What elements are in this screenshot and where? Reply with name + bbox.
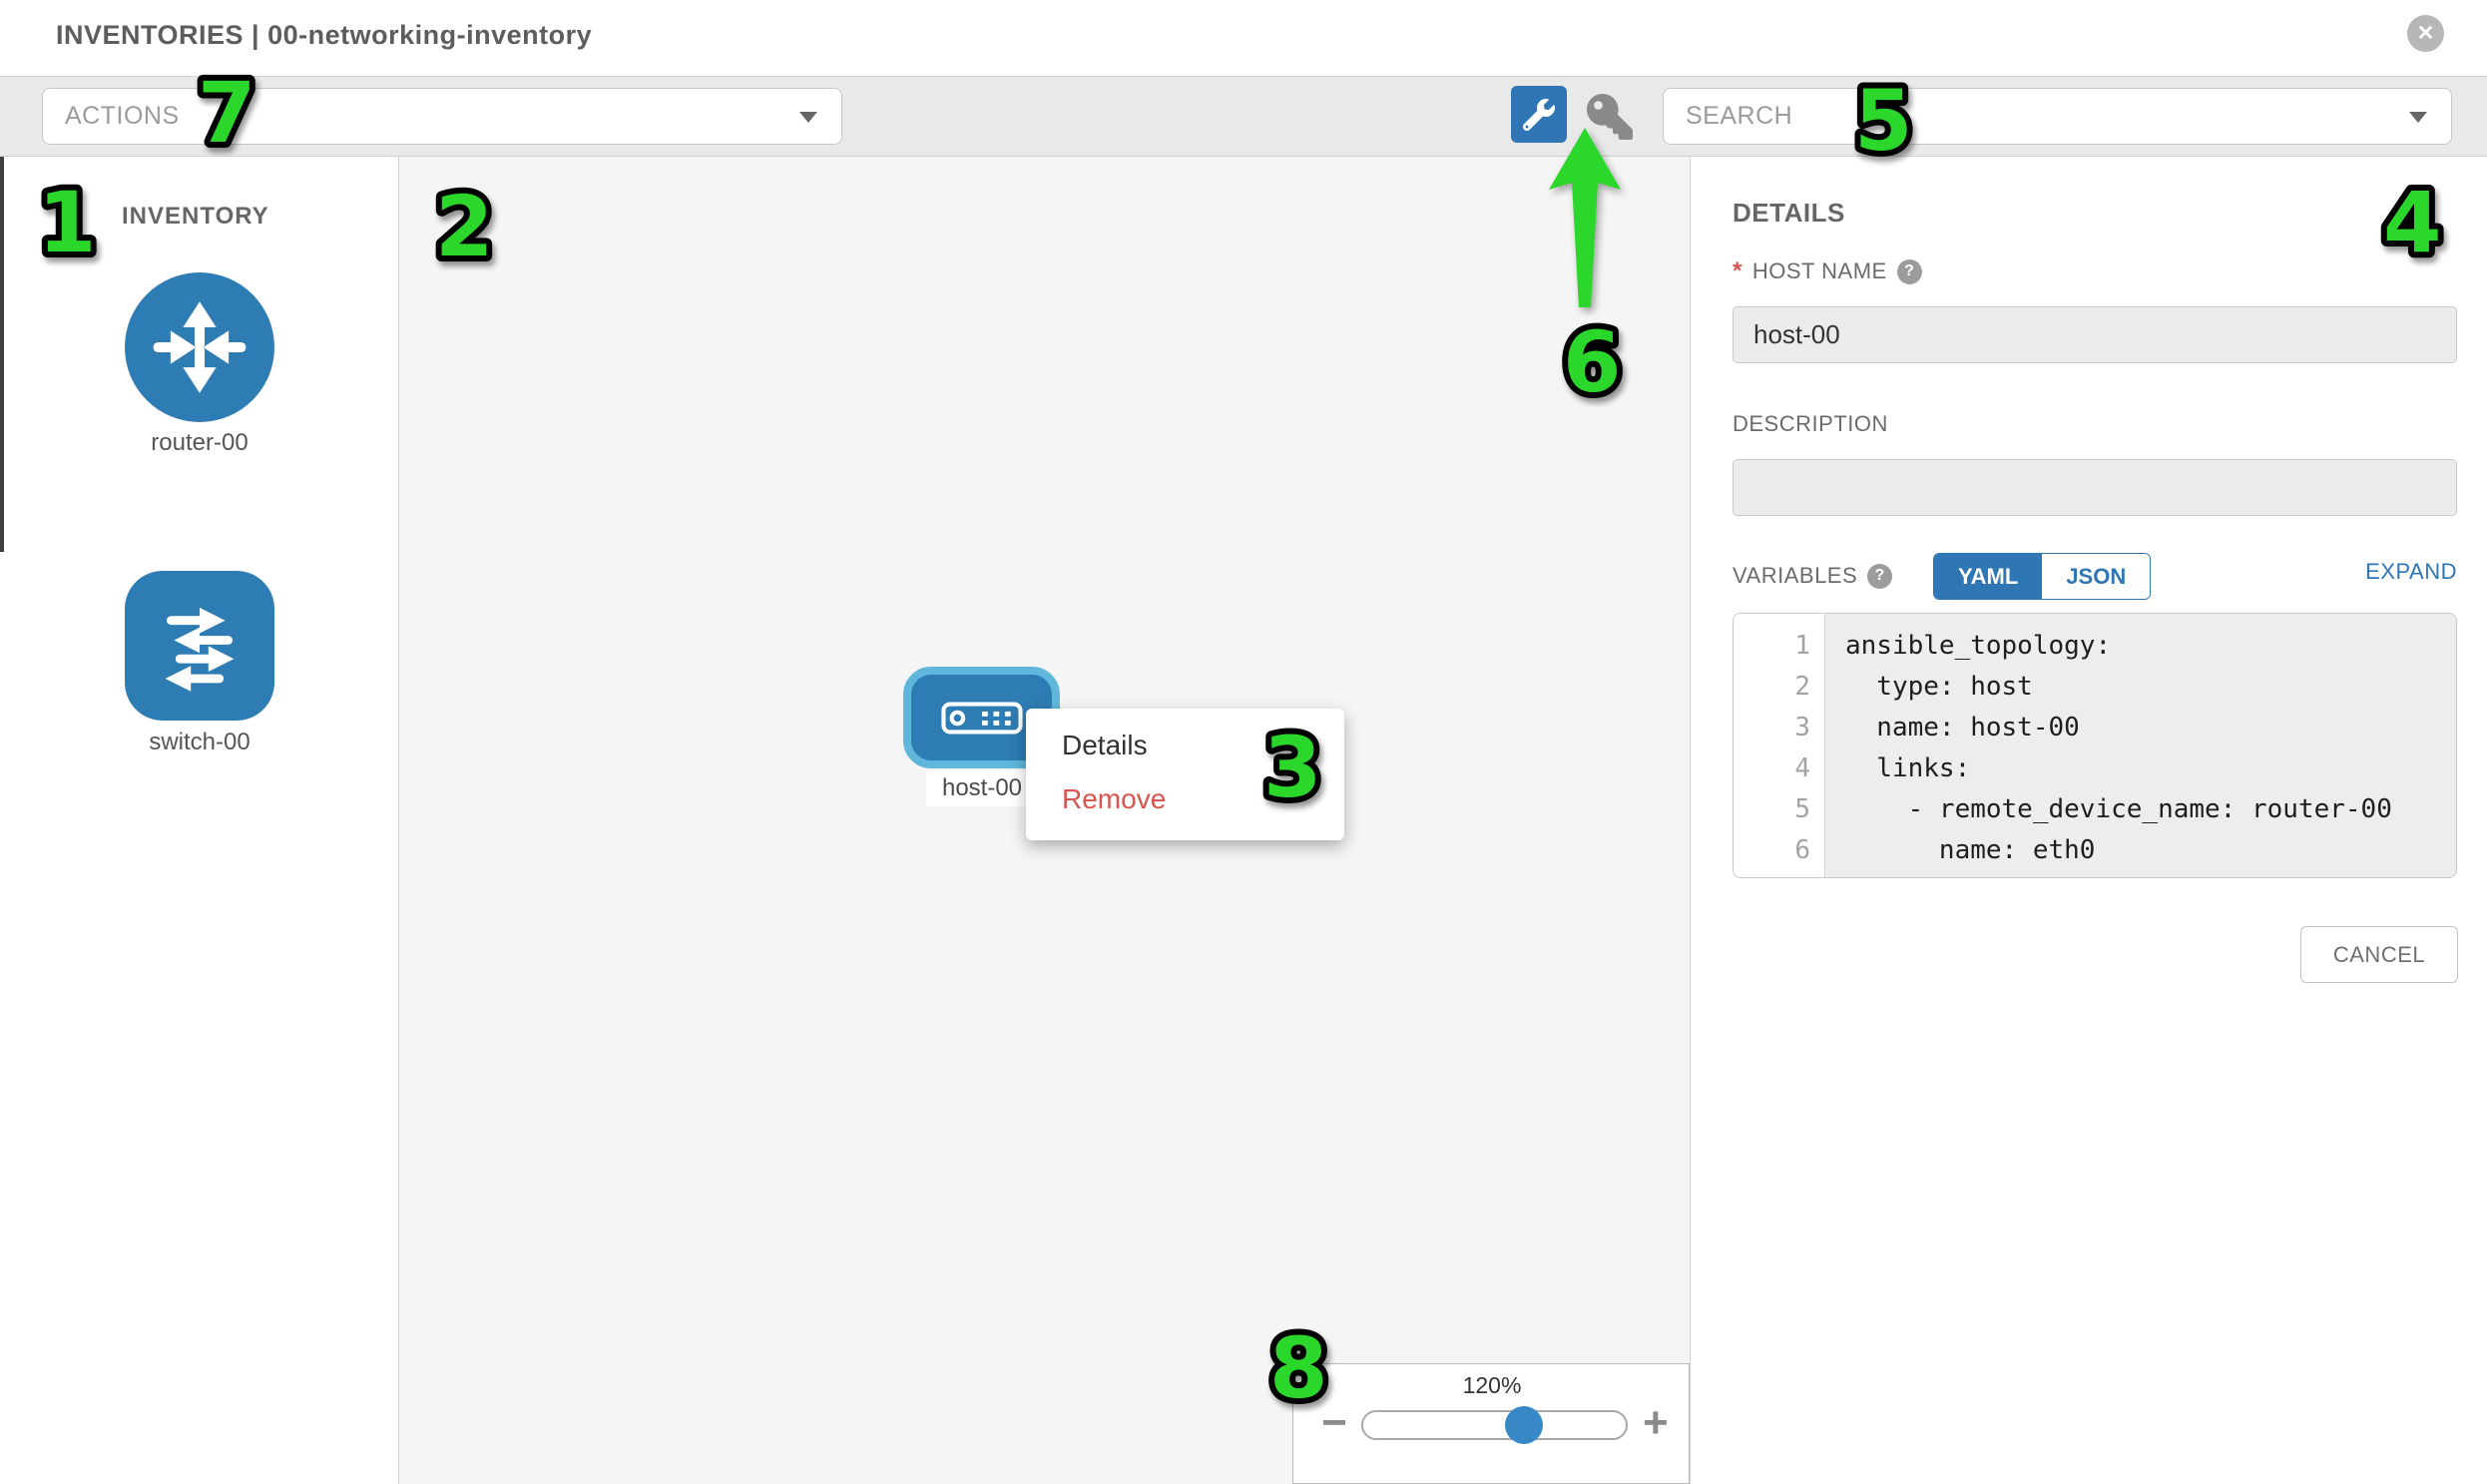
- zoom-out-button[interactable]: −: [1321, 1398, 1347, 1448]
- code-line: ansible_topology:: [1845, 626, 2456, 667]
- context-menu: Details Remove: [1026, 709, 1344, 840]
- key-button[interactable]: [1587, 94, 1633, 140]
- line-number: 1: [1734, 626, 1824, 667]
- cancel-button[interactable]: CANCEL: [2300, 926, 2458, 983]
- inventory-item-router[interactable]: [125, 272, 274, 422]
- router-icon: [144, 291, 255, 403]
- json-toggle-button[interactable]: JSON: [2042, 554, 2150, 599]
- context-menu-item-details[interactable]: Details: [1026, 719, 1344, 772]
- page-title: INVENTORIES | 00-networking-inventory: [56, 20, 592, 51]
- host-name-input[interactable]: [1733, 306, 2457, 363]
- key-icon: [1587, 94, 1633, 140]
- code-line: links:: [1845, 748, 2456, 789]
- code-line: name: host-00: [1845, 708, 2456, 748]
- description-input[interactable]: [1733, 459, 2457, 516]
- switch-label: switch-00: [0, 729, 399, 756]
- host-name-label-row: * HOST NAME ?: [1733, 257, 1922, 285]
- search-dropdown[interactable]: SEARCH: [1663, 88, 2452, 145]
- header: INVENTORIES | 00-networking-inventory ✕: [0, 0, 2487, 76]
- switch-icon: [145, 591, 254, 701]
- zoom-widget: 120% − +: [1292, 1363, 1690, 1484]
- yaml-toggle-button[interactable]: YAML: [1934, 554, 2042, 599]
- close-icon[interactable]: ✕: [2407, 15, 2444, 52]
- code-line: type: host: [1845, 667, 2456, 708]
- code-gutter: 1 2 3 4 5 6 7: [1734, 614, 1825, 877]
- zoom-in-button[interactable]: +: [1643, 1398, 1669, 1448]
- router-label: router-00: [0, 429, 399, 457]
- tools-button[interactable]: [1511, 86, 1567, 143]
- expand-link[interactable]: EXPAND: [2257, 559, 2457, 585]
- chevron-down-icon: [2409, 112, 2427, 123]
- code-line: remote_interface_name: eth0: [1845, 871, 2456, 878]
- actions-dropdown-label: ACTIONS: [65, 102, 180, 131]
- chevron-down-icon: [799, 112, 817, 123]
- help-icon[interactable]: ?: [1897, 259, 1922, 284]
- variables-code-editor[interactable]: 1 2 3 4 5 6 7 ansible_topology: type: ho…: [1733, 613, 2457, 878]
- code-line: name: eth0: [1845, 830, 2456, 871]
- code-line: - remote_device_name: router-00: [1845, 789, 2456, 830]
- variables-label-row: VARIABLES ?: [1733, 563, 1892, 589]
- wrench-icon: [1523, 99, 1555, 131]
- search-dropdown-label: SEARCH: [1686, 102, 1792, 131]
- required-asterisk: *: [1733, 257, 1742, 285]
- line-number: 3: [1734, 708, 1824, 748]
- panel-edge-divider: [0, 157, 4, 552]
- help-icon[interactable]: ?: [1867, 564, 1892, 589]
- description-label: DESCRIPTION: [1733, 411, 1888, 437]
- context-menu-item-remove[interactable]: Remove: [1026, 772, 1344, 826]
- app-root: INVENTORIES | 00-networking-inventory ✕ …: [0, 0, 2487, 1484]
- zoom-slider-thumb[interactable]: [1505, 1406, 1543, 1444]
- description-label-row: DESCRIPTION: [1733, 411, 1888, 437]
- canvas-node-label: host-00: [926, 770, 1038, 806]
- code-area: ansible_topology: type: host name: host-…: [1825, 614, 2456, 877]
- details-panel-title: DETAILS: [1733, 198, 1845, 229]
- zoom-slider-track[interactable]: [1361, 1410, 1628, 1440]
- actions-dropdown[interactable]: ACTIONS: [42, 88, 842, 145]
- line-number: 5: [1734, 789, 1824, 830]
- line-number: 2: [1734, 667, 1824, 708]
- line-number: 7: [1734, 871, 1824, 878]
- variables-label: VARIABLES: [1733, 563, 1857, 589]
- line-number: 4: [1734, 748, 1824, 789]
- inventory-panel-title: INVENTORY: [122, 203, 269, 231]
- line-number: 6: [1734, 830, 1824, 871]
- host-icon: [941, 702, 1023, 735]
- host-name-label: HOST NAME: [1752, 258, 1887, 284]
- variables-format-toggle: YAML JSON: [1933, 553, 2151, 600]
- zoom-level-value: 120%: [1293, 1372, 1691, 1399]
- inventory-item-switch[interactable]: [125, 571, 274, 721]
